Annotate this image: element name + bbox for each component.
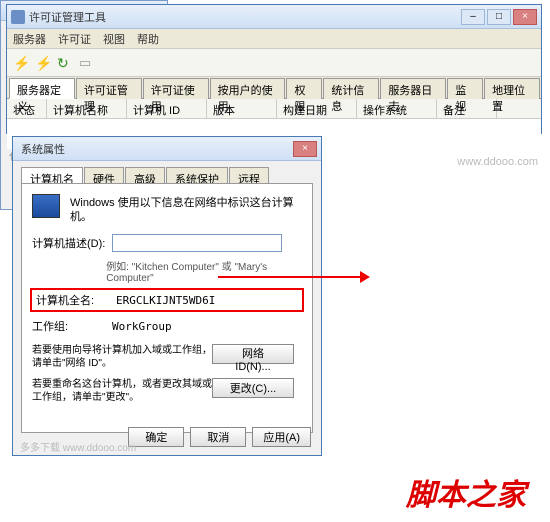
tab-server-def[interactable]: 服务器定义 [9, 78, 75, 99]
highlight-box: 计算机全名: ERGCLKIJNT5WD6I [30, 288, 304, 312]
sysprop-ok-button[interactable]: 确定 [128, 427, 184, 447]
watermark-1: www.ddooo.com [457, 156, 538, 168]
main-titlebar: 许可证管理工具 – □ × [7, 5, 541, 29]
info-text: Windows 使用以下信息在网络中标识这台计算机。 [70, 196, 302, 224]
menu-help[interactable]: 帮助 [137, 31, 159, 47]
app-icon [11, 10, 25, 24]
example-text: 例如: "Kitchen Computer" 或 "Mary's Compute… [106, 258, 302, 284]
netid-text: 若要使用向导将计算机加入域或工作组，请单击"网络 ID"。 [32, 344, 212, 370]
netid-button[interactable]: 网络 ID(N)... [212, 344, 294, 364]
watermark-2: 多多下载 www.ddooo.com [20, 439, 136, 454]
sptab-remote[interactable]: 远程 [229, 167, 269, 183]
sysprop-titlebar: 系统属性 × [13, 137, 321, 161]
sptab-adv[interactable]: 高级 [125, 167, 165, 183]
workgroup-value: WorkGroup [112, 320, 172, 333]
tab-lic-mgmt[interactable]: 许可证管理 [76, 78, 142, 99]
tab-lic-use[interactable]: 许可证使用 [143, 78, 209, 99]
fullname-value: ERGCLKIJNT5WD6I [116, 294, 215, 307]
sysprop-cancel-button[interactable]: 取消 [190, 427, 246, 447]
minimize-button[interactable]: – [461, 9, 485, 25]
toolbar: ⚡ ⚡ ↻ ▭ [7, 49, 541, 77]
computer-icon [32, 194, 60, 218]
sptab-prot[interactable]: 系统保护 [166, 167, 228, 183]
sysprop-body: Windows 使用以下信息在网络中标识这台计算机。 计算机描述(D): 例如:… [21, 183, 313, 433]
main-tabs: 服务器定义 许可证管理 许可证使用 按用户的使用 权限 统计信息 服务器日志 监… [7, 77, 541, 99]
close-button[interactable]: × [513, 9, 537, 25]
menubar: 服务器 许可证 视图 帮助 [7, 29, 541, 49]
menu-license[interactable]: 许可证 [58, 31, 91, 47]
brand-text: 脚本之家 [406, 470, 526, 514]
connect-icon[interactable]: ⚡ [13, 55, 29, 71]
refresh-icon[interactable]: ↻ [57, 55, 73, 71]
change-button[interactable]: 更改(C)... [212, 378, 294, 398]
sysprop-title: 系统属性 [21, 141, 293, 157]
document-icon[interactable]: ▭ [79, 55, 95, 71]
tab-user-use[interactable]: 按用户的使用 [210, 78, 286, 99]
fullname-label: 计算机全名: [36, 292, 116, 308]
col-build[interactable]: 构建日期 [277, 99, 357, 118]
sptab-name[interactable]: 计算机名 [21, 167, 83, 183]
sptab-hw[interactable]: 硬件 [84, 167, 124, 183]
col-id[interactable]: 计算机 ID [127, 99, 207, 118]
main-title: 许可证管理工具 [29, 9, 461, 25]
change-text: 若要重命名这台计算机，或者更改其域或工作组，请单击"更改"。 [32, 378, 212, 404]
sysprop-apply-button[interactable]: 应用(A) [252, 427, 311, 447]
desc-input[interactable] [112, 234, 282, 252]
menu-server[interactable]: 服务器 [13, 31, 46, 47]
tab-perm[interactable]: 权限 [286, 78, 322, 99]
tab-geo[interactable]: 地理位置 [484, 78, 540, 99]
system-properties-dialog: 系统属性 × 计算机名 硬件 高级 系统保护 远程 Windows 使用以下信息… [12, 136, 322, 456]
menu-view[interactable]: 视图 [103, 31, 125, 47]
sysprop-close-button[interactable]: × [293, 141, 317, 157]
workgroup-label: 工作组: [32, 318, 112, 334]
desc-label: 计算机描述(D): [32, 235, 112, 251]
tab-monitor[interactable]: 监视 [447, 78, 483, 99]
disconnect-icon[interactable]: ⚡ [35, 55, 51, 71]
annotation-arrow [218, 276, 368, 278]
tab-log[interactable]: 服务器日志 [380, 78, 446, 99]
tab-stats[interactable]: 统计信息 [323, 78, 379, 99]
col-notes[interactable]: 备注 [437, 99, 497, 118]
maximize-button[interactable]: □ [487, 9, 511, 25]
sysprop-tabs: 计算机名 硬件 高级 系统保护 远程 [13, 161, 321, 183]
main-window: 许可证管理工具 – □ × 服务器 许可证 视图 帮助 ⚡ ⚡ ↻ ▭ 服务器定… [6, 4, 542, 134]
